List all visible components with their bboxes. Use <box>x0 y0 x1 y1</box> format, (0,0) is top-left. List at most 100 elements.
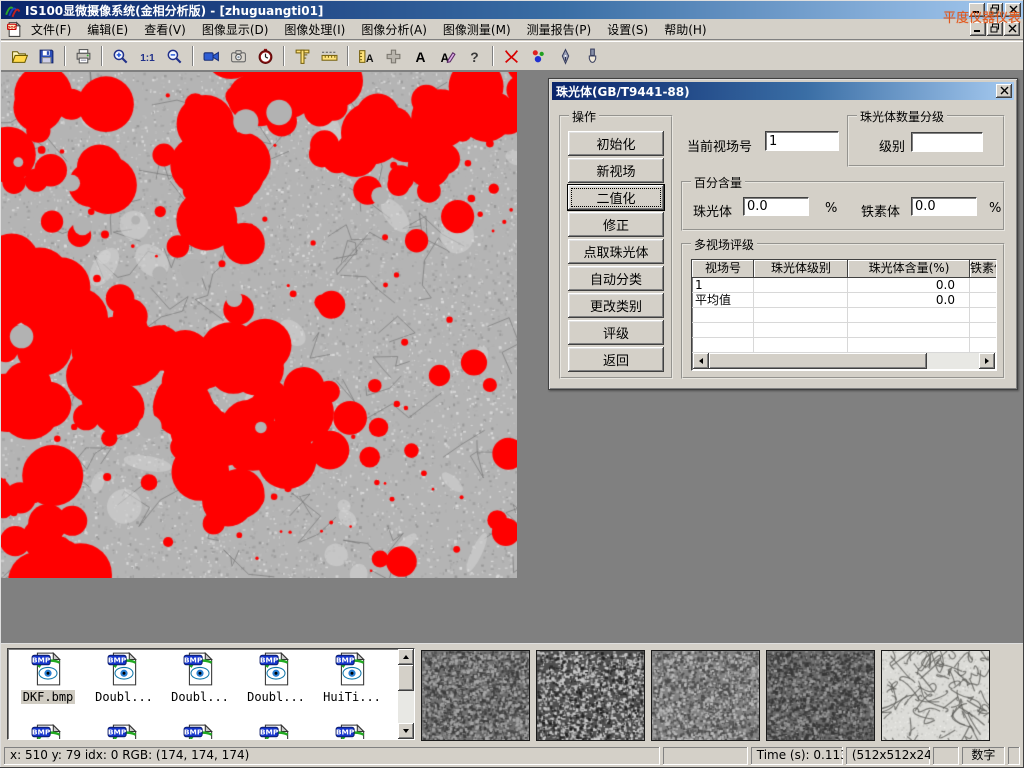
open-file-icon <box>11 48 28 65</box>
table-row[interactable]: 10.0 <box>692 278 996 293</box>
application-window: IS100显微摄像系统(金相分析版) - [zhuguangti01] 平度仪器… <box>0 0 1024 768</box>
metallograph-image[interactable] <box>1 72 517 578</box>
mdi-minimize-button[interactable] <box>970 22 986 36</box>
metallograph-thumb-1[interactable] <box>421 650 530 741</box>
operation-button-3[interactable]: 二值化 <box>568 185 664 210</box>
column-header[interactable]: 珠光体含量(%) <box>848 260 970 278</box>
metallograph-thumb-4[interactable] <box>766 650 875 741</box>
file-item[interactable]: BMPDoubl... <box>240 651 312 704</box>
file-item[interactable]: BMP <box>12 723 84 740</box>
close-button[interactable] <box>1005 3 1021 17</box>
operation-button-7[interactable]: 更改类别 <box>568 293 664 318</box>
zoom-out-button[interactable] <box>161 44 188 68</box>
close-icon <box>1009 3 1018 17</box>
operation-button-6[interactable]: 自动分类 <box>568 266 664 291</box>
maximize-button[interactable] <box>987 3 1003 17</box>
scroll-left-button[interactable] <box>693 353 709 369</box>
menu-image-analysis[interactable]: 图像分析(A) <box>353 19 435 40</box>
operation-button-9[interactable]: 返回 <box>568 347 664 372</box>
scrollbar-thumb[interactable] <box>398 665 414 691</box>
capture-button[interactable] <box>225 44 252 68</box>
menu-measure-report[interactable]: 测量报告(P) <box>519 19 600 40</box>
menu-file[interactable]: 文件(F) <box>23 19 79 40</box>
zoom-in-button[interactable] <box>107 44 134 68</box>
arrow-left-icon <box>697 354 705 368</box>
operation-button-8[interactable]: 评级 <box>568 320 664 345</box>
table-row[interactable] <box>692 323 996 338</box>
save-button[interactable] <box>33 44 60 68</box>
file-item[interactable]: BMPDoubl... <box>164 651 236 704</box>
brush-tool-button[interactable] <box>579 44 606 68</box>
actual-size-button[interactable]: 1:1 <box>134 44 161 68</box>
operation-button-5[interactable]: 点取珠光体 <box>568 239 664 264</box>
annotation-button[interactable]: A <box>434 44 461 68</box>
minimize-button[interactable] <box>969 3 985 17</box>
menu-edit[interactable]: 编辑(E) <box>79 19 136 40</box>
table-row[interactable] <box>692 308 996 323</box>
ferrite-percent-unit: % <box>989 201 1001 216</box>
help-button[interactable]: ? <box>461 44 488 68</box>
operation-button-2[interactable]: 新视场 <box>568 158 664 183</box>
text-tool-button[interactable]: A <box>407 44 434 68</box>
menu-image-process[interactable]: 图像处理(I) <box>276 19 353 40</box>
file-item[interactable]: BMPDoubl... <box>88 651 160 704</box>
metallograph-thumb-3[interactable] <box>651 650 760 741</box>
svg-text:BMP: BMP <box>108 728 127 737</box>
open-file-button[interactable] <box>6 44 33 68</box>
rating-table[interactable]: 视场号珠光体级别珠光体含量(%)铁素体含量(%) 10.0平均值0.0 <box>691 259 997 371</box>
menu-image-measure[interactable]: 图像测量(M) <box>435 19 519 40</box>
table-cell: 1 <box>692 278 754 293</box>
file-list-scrollbar[interactable] <box>398 649 414 739</box>
print-button[interactable] <box>70 44 97 68</box>
timer-button[interactable] <box>252 44 279 68</box>
file-item[interactable]: BMP <box>88 723 160 740</box>
ruler-button[interactable] <box>316 44 343 68</box>
column-header[interactable]: 视场号 <box>692 260 754 278</box>
metallograph-thumb-2[interactable] <box>536 650 645 741</box>
mdi-restore-button[interactable] <box>987 22 1003 36</box>
mdi-close-button[interactable] <box>1004 22 1020 36</box>
file-item[interactable]: BMPHuiTi... <box>316 651 388 704</box>
status-spacer <box>663 747 747 765</box>
column-header[interactable]: 铁素体含量(%) <box>970 260 997 278</box>
table-cell <box>970 278 997 293</box>
menu-help[interactable]: 帮助(H) <box>656 19 714 40</box>
menu-image-display[interactable]: 图像显示(D) <box>194 19 277 40</box>
operation-button-4[interactable]: 修正 <box>568 212 664 237</box>
dialog-close-button[interactable] <box>996 84 1012 98</box>
measure-text-button[interactable]: A <box>353 44 380 68</box>
table-row[interactable]: 平均值0.0 <box>692 293 996 308</box>
column-header[interactable]: 珠光体级别 <box>754 260 848 278</box>
metallograph-thumb-5[interactable] <box>881 650 990 741</box>
svg-text:DOC: DOC <box>7 24 16 29</box>
ferrite-percent-input[interactable] <box>911 197 977 216</box>
svg-text:BMP: BMP <box>184 656 203 665</box>
menu-view[interactable]: 查看(V) <box>136 19 194 40</box>
current-field-input[interactable] <box>765 131 839 151</box>
curve-tool-button[interactable] <box>498 44 525 68</box>
file-item[interactable]: BMPDKF.bmp <box>12 651 84 704</box>
file-item[interactable]: BMP <box>164 723 236 740</box>
dialog-title-bar[interactable]: 珠光体(GB/T9441-88) <box>552 82 1014 100</box>
file-item[interactable]: BMP <box>240 723 312 740</box>
scroll-right-button[interactable] <box>979 353 995 369</box>
cross-tool-button[interactable] <box>380 44 407 68</box>
table-row[interactable] <box>692 338 996 353</box>
grade-input[interactable] <box>911 132 983 152</box>
video-camera-button[interactable] <box>198 44 225 68</box>
table-horizontal-scrollbar[interactable] <box>693 353 995 369</box>
bmp-file-icon: BMP <box>106 676 142 690</box>
pearlite-percent-input[interactable] <box>743 197 809 216</box>
percent-group-label: 百分含量 <box>691 174 745 191</box>
file-item[interactable]: BMP <box>316 723 388 740</box>
svg-text:1:1: 1:1 <box>140 52 155 63</box>
operation-button-1[interactable]: 初始化 <box>568 131 664 156</box>
scrollbar-thumb[interactable] <box>709 353 927 369</box>
phase-color-button[interactable] <box>525 44 552 68</box>
scroll-down-button[interactable] <box>398 723 414 739</box>
file-name: DKF.bmp <box>21 690 76 704</box>
menu-settings[interactable]: 设置(S) <box>599 19 656 40</box>
pen-tool-button[interactable] <box>552 44 579 68</box>
caliper-button[interactable] <box>289 44 316 68</box>
scroll-up-button[interactable] <box>398 649 414 665</box>
